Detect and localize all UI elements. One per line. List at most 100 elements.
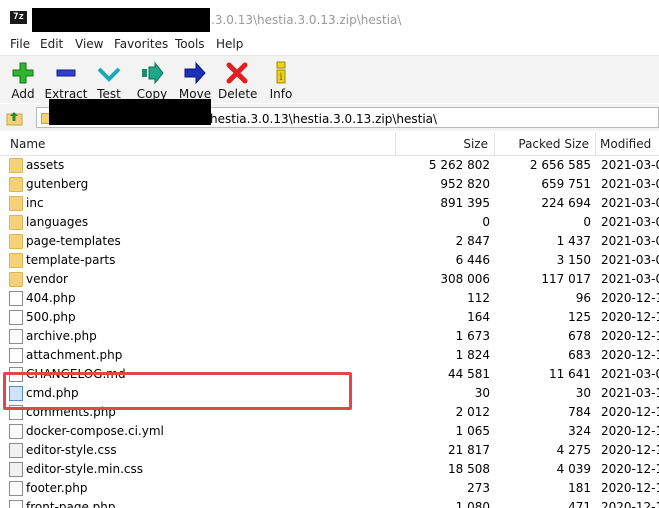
file-name: 404.php — [26, 291, 76, 305]
menu-bar: File Edit View Favorites Tools Help — [0, 34, 659, 54]
file-modified: 2021-03-11 — [601, 386, 659, 400]
column-packed-size[interactable]: Packed Size — [495, 132, 596, 156]
file-row[interactable]: CHANGELOG.md 44 581 11 641 2021-03-03 — [0, 365, 659, 384]
file-row[interactable]: archive.php 1 673 678 2020-12-11 — [0, 327, 659, 346]
menu-file[interactable]: File — [10, 37, 30, 51]
delete-x-icon — [226, 62, 248, 84]
menu-edit[interactable]: Edit — [40, 37, 63, 51]
file-size: 112 — [467, 291, 490, 305]
file-icon — [9, 386, 23, 401]
column-modified[interactable]: Modified — [596, 132, 659, 156]
file-row[interactable]: template-parts 6 446 3 150 2021-03-03 — [0, 251, 659, 270]
file-modified: 2020-12-11 — [601, 348, 659, 362]
file-name: archive.php — [26, 329, 97, 343]
file-modified: 2020-12-11 — [601, 462, 659, 476]
file-icon — [9, 500, 23, 508]
file-row[interactable]: editor-style.min.css 18 508 4 039 2020-12-1… — [0, 460, 659, 479]
extract-button[interactable]: Extract — [44, 58, 88, 102]
file-row[interactable]: gutenberg 952 820 659 751 2021-03-03 — [0, 175, 659, 194]
file-row[interactable]: cmd.php 30 30 2021-03-11 — [0, 384, 659, 403]
file-modified: 2021-03-03 — [601, 234, 659, 248]
menu-tools[interactable]: Tools — [175, 37, 205, 51]
delete-button[interactable]: Delete — [218, 58, 257, 102]
file-packed-size: 784 — [568, 405, 591, 419]
file-size: 0 — [482, 215, 490, 229]
file-modified: 2020-12-11 — [601, 424, 659, 438]
menu-favorites[interactable]: Favorites — [114, 37, 168, 51]
window-title: .3.0.13\hestia.3.0.13.zip\hestia\ — [211, 13, 402, 27]
column-size[interactable]: Size — [396, 132, 495, 156]
file-size: 1 080 — [455, 500, 490, 508]
folder-icon — [9, 272, 23, 287]
menu-view[interactable]: View — [75, 37, 103, 51]
file-row[interactable]: footer.php 273 181 2020-12-11 — [0, 479, 659, 498]
file-packed-size: 678 — [568, 329, 591, 343]
file-icon — [9, 405, 23, 420]
file-packed-size: 471 — [568, 500, 591, 508]
file-size: 308 006 — [440, 272, 490, 286]
file-icon — [9, 291, 23, 306]
file-name: attachment.php — [26, 348, 123, 362]
info-button[interactable]: i Info — [266, 58, 296, 102]
file-row[interactable]: 404.php 112 96 2020-12-11 — [0, 289, 659, 308]
test-checkmark-icon — [97, 67, 121, 82]
file-icon — [9, 367, 23, 382]
add-button[interactable]: Add — [6, 58, 40, 102]
move-button[interactable]: Move — [178, 58, 212, 102]
file-packed-size: 125 — [568, 310, 591, 324]
file-row[interactable]: attachment.php 1 824 683 2020-12-11 — [0, 346, 659, 365]
folder-icon — [9, 234, 23, 249]
path-text: hestia.3.0.13\hestia.3.0.13.zip\hestia\ — [210, 112, 438, 126]
file-icon — [9, 348, 23, 363]
file-name: page-templates — [26, 234, 121, 248]
up-folder-icon[interactable] — [6, 110, 23, 126]
file-rows: assets5 262 8022 656 5852021-03-03gutenb… — [0, 156, 659, 508]
file-row[interactable]: assets 5 262 802 2 656 585 2021-03-03 — [0, 156, 659, 175]
redacted-title — [32, 8, 210, 32]
file-row[interactable]: vendor 308 006 117 017 2021-03-03 — [0, 270, 659, 289]
folder-icon — [9, 215, 23, 230]
file-row[interactable]: languages 0 0 2021-03-03 — [0, 213, 659, 232]
file-name: CHANGELOG.md — [26, 367, 126, 381]
file-packed-size: 683 — [568, 348, 591, 362]
file-row[interactable]: comments.php 2 012 784 2020-12-11 — [0, 403, 659, 422]
add-label: Add — [11, 87, 35, 101]
file-row[interactable]: inc 891 395 224 694 2021-03-03 — [0, 194, 659, 213]
file-modified: 2021-03-03 — [601, 158, 659, 172]
test-button[interactable]: Test — [94, 58, 124, 102]
file-packed-size: 117 017 — [541, 272, 591, 286]
file-row[interactable]: 500.php 164 125 2020-12-11 — [0, 308, 659, 327]
info-label: Info — [269, 87, 293, 101]
redacted-path — [49, 99, 211, 125]
file-packed-size: 324 — [568, 424, 591, 438]
file-packed-size: 181 — [568, 481, 591, 495]
file-name: vendor — [26, 272, 68, 286]
file-row[interactable]: editor-style.css 21 817 4 275 2020-12-11 — [0, 441, 659, 460]
file-row[interactable]: page-templates 2 847 1 437 2021-03-03 — [0, 232, 659, 251]
column-name[interactable]: Name — [0, 132, 396, 156]
file-size: 1 065 — [455, 424, 490, 438]
file-packed-size: 11 641 — [549, 367, 591, 381]
file-name: front-page.php — [26, 500, 116, 508]
add-plus-icon — [12, 62, 34, 84]
file-name: editor-style.min.css — [26, 462, 144, 476]
file-packed-size: 0 — [583, 215, 591, 229]
file-size: 18 508 — [448, 462, 490, 476]
file-row[interactable]: front-page.php 1 080 471 2020-12-11 — [0, 498, 659, 508]
file-name: cmd.php — [26, 386, 79, 400]
file-packed-size: 96 — [575, 291, 591, 305]
file-icon — [9, 481, 23, 496]
file-row[interactable]: docker-compose.ci.yml 1 065 324 2020-12-11 — [0, 422, 659, 441]
file-size: 273 — [467, 481, 490, 495]
menu-help[interactable]: Help — [216, 37, 243, 51]
file-name: languages — [26, 215, 89, 229]
file-modified: 2021-03-03 — [601, 196, 659, 210]
file-packed-size: 659 751 — [541, 177, 591, 191]
copy-button[interactable]: Copy — [134, 58, 170, 102]
file-modified: 2020-12-11 — [601, 405, 659, 419]
file-modified: 2020-12-11 — [601, 500, 659, 508]
file-modified: 2020-12-11 — [601, 291, 659, 305]
file-packed-size: 224 694 — [541, 196, 591, 210]
file-size: 164 — [467, 310, 490, 324]
file-modified: 2020-12-11 — [601, 310, 659, 324]
